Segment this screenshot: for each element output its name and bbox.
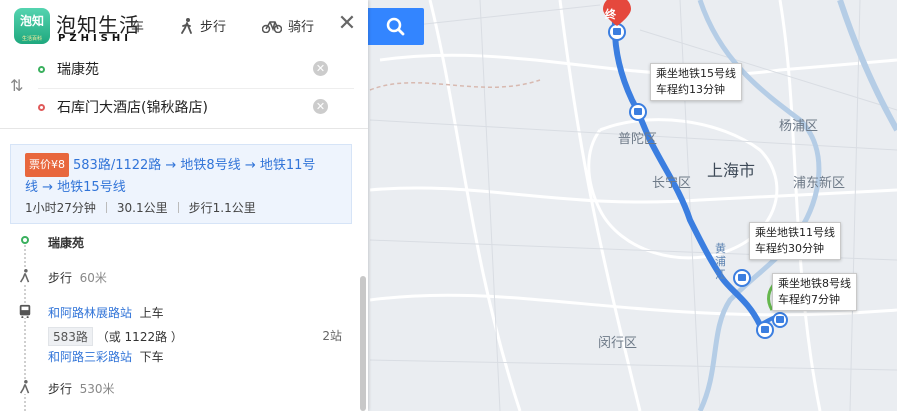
walk-icon: [18, 269, 32, 283]
station-marker-15[interactable]: [629, 103, 647, 121]
map-label-putuo: 普陀区: [618, 132, 658, 147]
tip-line11: 乘坐地铁11号线 车程约30分钟: [749, 222, 841, 260]
route-duration: 1小时27分钟: [25, 201, 96, 215]
station-marker-8b[interactable]: [772, 312, 788, 328]
bus-stop-count: 2站: [322, 329, 342, 343]
route-title[interactable]: 票价¥8 583路/1122路 → 地铁8号线 → 地铁11号线 → 地铁15号线: [25, 153, 325, 199]
tab-drive[interactable]: 车: [131, 16, 144, 35]
input-divider: [38, 88, 354, 89]
start-field[interactable]: 瑞康苑 ✕: [38, 52, 328, 86]
search-button[interactable]: [368, 8, 424, 45]
tip-line8-title: 乘坐地铁8号线: [778, 277, 851, 290]
start-value: 瑞康苑: [57, 62, 99, 78]
board-stop[interactable]: 和阿路林展路站 上车: [48, 304, 164, 321]
step-walk-2-text: 步行 530米: [48, 382, 115, 396]
swap-icon[interactable]: ⇅: [10, 76, 23, 95]
tip-line15-time: 车程约13分钟: [656, 83, 725, 96]
start-point-icon: [21, 236, 29, 244]
bike-icon: [262, 20, 282, 33]
tip-line8-time: 车程约7分钟: [778, 293, 840, 306]
bus-alt-line: （或 1122路 ）: [96, 330, 183, 344]
fare-badge: 票价¥8: [25, 153, 69, 177]
clear-end-icon[interactable]: ✕: [313, 99, 328, 114]
clear-start-icon[interactable]: ✕: [313, 61, 328, 76]
station-marker-top[interactable]: [608, 23, 626, 41]
tab-drive-label: 车: [131, 20, 145, 35]
walk-icon: [18, 380, 32, 394]
route-stats: 1小时27分钟 30.1公里 步行1.1公里: [25, 199, 266, 216]
route-inputs: ⇅ 瑞康苑 ✕ 石库门大酒店(锦秋路店) ✕: [0, 50, 368, 129]
mode-bar: 泡知 生活百科 泡知生活 PZHISHI 车 步行 骑行 ✕: [0, 0, 368, 51]
map-label-yangpu: 杨浦区: [779, 119, 819, 134]
tip-line11-time: 车程约30分钟: [755, 242, 824, 255]
tab-walk[interactable]: 步行: [180, 16, 226, 35]
brand-pinyin: PZHISHI: [58, 33, 132, 44]
bus-icon: [18, 304, 32, 318]
end-field[interactable]: 石库门大酒店(锦秋路店) ✕: [38, 90, 328, 124]
map-label-river: 黄浦江: [715, 242, 726, 281]
station-marker-8a[interactable]: [756, 321, 774, 339]
map-label-minhang: 闵行区: [598, 336, 638, 351]
close-icon[interactable]: ✕: [335, 12, 359, 36]
tip-line15-title: 乘坐地铁15号线: [656, 67, 736, 80]
tab-walk-label: 步行: [200, 20, 227, 35]
step-start-name: 瑞康苑: [48, 236, 85, 250]
bus-line-tag: 583路: [48, 327, 93, 346]
panel-scrollbar[interactable]: [360, 276, 366, 411]
search-icon: [386, 17, 405, 36]
walk-icon: [181, 17, 192, 34]
alight-stop[interactable]: 和阿路三彩路站 下车: [48, 348, 164, 365]
tab-ride-label: 骑行: [288, 20, 315, 35]
map-label-pudong: 浦东新区: [793, 176, 846, 191]
route-distance: 30.1公里: [116, 201, 168, 215]
station-marker-11[interactable]: [733, 269, 751, 287]
route-walk: 步行1.1公里: [188, 201, 256, 215]
end-dot-icon: [38, 103, 45, 111]
tip-line15: 乘坐地铁15号线 车程约13分钟: [650, 63, 742, 101]
tip-line8: 乘坐地铁8号线 车程约7分钟: [772, 273, 857, 311]
app-logo: 泡知 生活百科: [14, 8, 50, 44]
step-walk-1-text: 步行 60米: [48, 271, 107, 285]
tip-line11-title: 乘坐地铁11号线: [755, 226, 835, 239]
route-panel: 泡知 生活百科 泡知生活 PZHISHI 车 步行 骑行 ✕ ⇅ 瑞康苑 ✕ 石库…: [0, 0, 368, 411]
map-label-changning: 长宁区: [652, 176, 692, 191]
route-steps: 瑞康苑 步行 60米 和阿路林展路站 上车 583路 （或 1122路 ） 2站…: [10, 228, 350, 411]
end-marker-label: 终: [605, 8, 616, 21]
end-value: 石库门大酒店(锦秋路店): [57, 100, 208, 116]
bus-line-info: 583路 （或 1122路 ）: [48, 327, 183, 346]
start-dot-icon: [38, 65, 45, 73]
map-label-city: 上海市: [707, 161, 756, 180]
tab-ride[interactable]: 骑行: [262, 16, 314, 35]
route-summary[interactable]: 票价¥8 583路/1122路 → 地铁8号线 → 地铁11号线 → 地铁15号线…: [10, 144, 352, 224]
